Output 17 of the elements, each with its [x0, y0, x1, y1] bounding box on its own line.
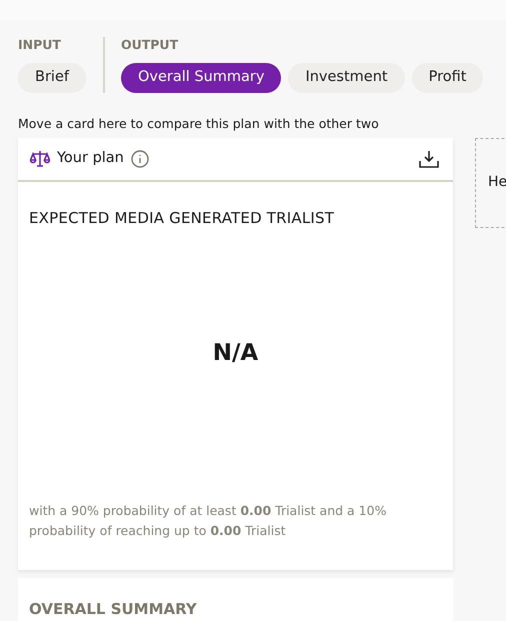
tab[interactable]: Investment — [288, 63, 405, 93]
drop-zone-text: He — [488, 173, 506, 192]
card-title: Your plan — [57, 148, 124, 168]
scale-icon — [30, 150, 50, 168]
group-label: INPUT — [18, 36, 62, 54]
tab[interactable]: Brief — [18, 63, 86, 93]
tab[interactable]: Overall Summary — [120, 63, 282, 93]
metric-title: EXPECTED MEDIA GENERATED TRIALIST — [29, 208, 336, 229]
drop-zone[interactable]: He — [475, 138, 506, 228]
group-label: OUTPUT — [120, 36, 180, 54]
probability-note: with a 90% probability of at least 0.00 Trialist and a 10% probability of reaching up to 0.00 Trialist — [29, 502, 388, 540]
metric-value: N/A — [212, 338, 258, 368]
info-icon[interactable] — [130, 150, 149, 168]
download-icon[interactable] — [419, 150, 439, 168]
tab[interactable]: Profit — [412, 63, 484, 93]
compare-hint: Move a card here to compare this plan with the other two — [18, 115, 380, 133]
summary-title: OVERALL SUMMARY — [29, 600, 197, 618]
